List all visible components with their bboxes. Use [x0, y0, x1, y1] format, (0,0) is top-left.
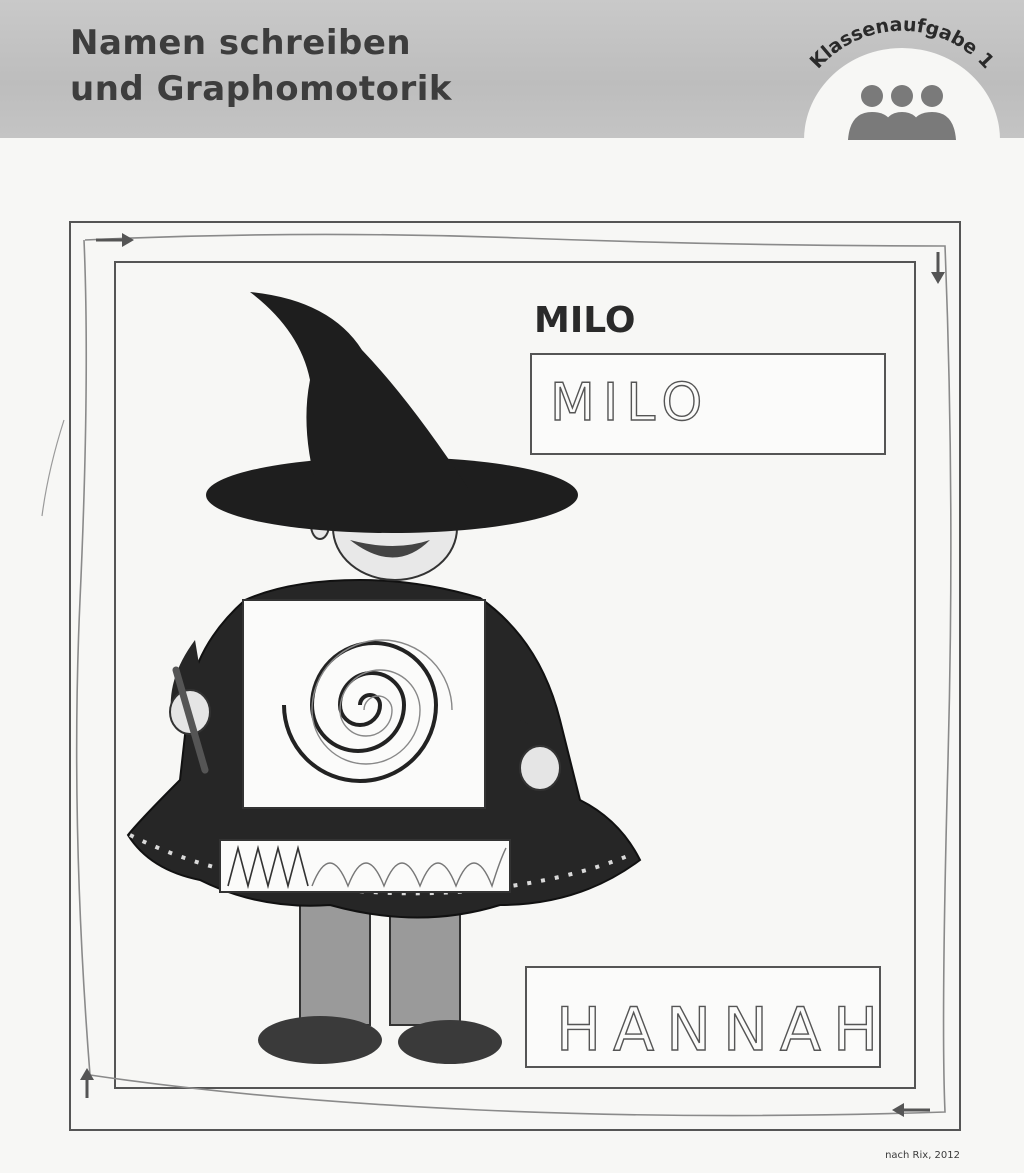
arrow-down-icon	[931, 252, 945, 284]
source-credit: nach Rix, 2012	[885, 1150, 960, 1161]
handwritten-name-top: MILO	[550, 373, 710, 433]
spiral-card	[242, 599, 486, 809]
arrow-up-icon	[80, 1068, 94, 1098]
arrow-right-icon	[96, 233, 134, 247]
printed-name: MILO	[534, 300, 635, 341]
arrow-left-icon	[892, 1103, 930, 1117]
worksheet: MILO MILO HANNAH	[41, 221, 961, 1131]
handwritten-name-bottom: HANNAH	[556, 995, 890, 1065]
